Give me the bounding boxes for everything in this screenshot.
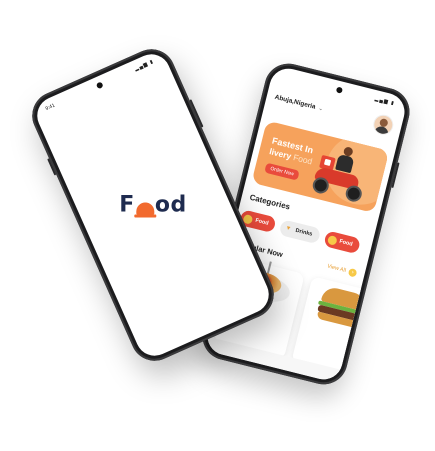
mockup-stage: ▂▄▆ ▮ Abuja,Nigeria ⌄ Fastest In livery … — [0, 0, 435, 451]
avatar[interactable] — [371, 112, 396, 137]
chevron-right-icon: › — [347, 267, 358, 278]
logo-letters: od — [154, 192, 187, 218]
category-chip-food[interactable]: Food — [322, 230, 362, 255]
power-button — [391, 162, 400, 189]
status-time — [283, 73, 285, 81]
status-icons: ▂▄▆ ▮ — [374, 96, 396, 107]
location-selector[interactable]: Abuja,Nigeria ⌄ — [274, 94, 324, 113]
chevron-down-icon: ⌄ — [317, 105, 324, 113]
order-now-button[interactable]: Order Now — [264, 162, 300, 181]
categories-heading: Categories — [248, 192, 292, 212]
location-label: Abuja,Nigeria — [273, 93, 317, 111]
status-time: 9:41 — [44, 102, 56, 113]
status-icons: ▂▄▆ ▮ — [133, 58, 155, 73]
food-logo: F od — [119, 192, 187, 218]
logo-letter: F — [119, 192, 135, 218]
burger-icon — [326, 234, 338, 246]
view-all-link[interactable]: View All › — [326, 262, 358, 278]
cloche-icon — [133, 202, 156, 218]
drink-icon: ▼ — [284, 225, 292, 233]
category-chip-drinks[interactable]: ▼ Drinks — [279, 219, 321, 245]
